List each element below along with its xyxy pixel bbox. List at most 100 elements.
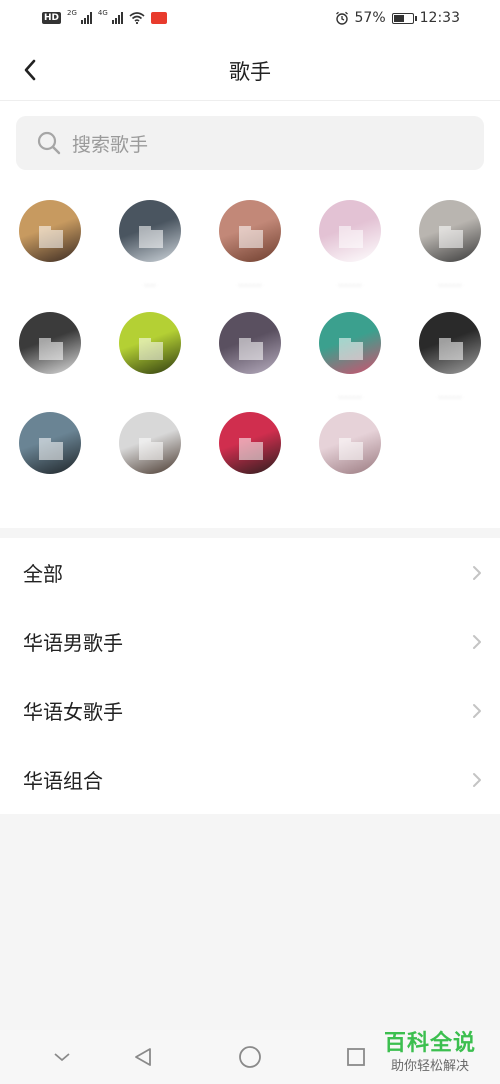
privacy-mosaic xyxy=(151,342,163,360)
artist-name xyxy=(14,386,86,402)
category-item-all[interactable]: 全部 xyxy=(0,538,500,607)
artist-name xyxy=(14,486,86,502)
sim2-network-label: 4G xyxy=(97,9,108,17)
nav-back-button[interactable] xyxy=(130,1044,156,1070)
privacy-mosaic xyxy=(439,226,451,248)
watermark: 百科全说 助你轻松解决 xyxy=(370,1025,490,1074)
artist-avatar xyxy=(19,200,81,262)
alarm-icon xyxy=(335,11,348,25)
artist-name xyxy=(214,386,286,402)
privacy-mosaic xyxy=(239,338,251,360)
artist-name xyxy=(114,486,186,502)
artist-avatar xyxy=(319,200,381,262)
signal-icon xyxy=(80,12,92,24)
privacy-mosaic xyxy=(139,338,151,360)
privacy-mosaic xyxy=(339,226,351,248)
battery-fill xyxy=(393,14,404,22)
artist-name: …… xyxy=(338,275,362,289)
app-header: 歌手 xyxy=(0,40,500,101)
battery-icon xyxy=(391,12,417,24)
privacy-mosaic xyxy=(39,438,51,460)
artist-avatar xyxy=(419,312,481,374)
category-list: 全部 华语男歌手 华语女歌手 华语组合 xyxy=(0,538,500,814)
artist-item[interactable]: … xyxy=(114,200,186,300)
privacy-mosaic xyxy=(151,230,163,248)
privacy-mosaic xyxy=(251,342,263,360)
artist-item[interactable]: …… xyxy=(414,200,486,300)
artist-avatar xyxy=(19,412,81,474)
wifi-icon xyxy=(129,12,145,24)
artist-name: …… xyxy=(438,387,462,401)
page-title: 歌手 xyxy=(229,60,271,84)
privacy-mosaic xyxy=(139,438,151,460)
privacy-mosaic xyxy=(439,338,451,360)
privacy-mosaic xyxy=(151,442,163,460)
privacy-mosaic xyxy=(39,338,51,360)
status-bar: HD 2G 4G 57% 12:33 xyxy=(0,0,500,40)
watermark-subtitle: 助你轻松解决 xyxy=(390,1059,469,1074)
artist-avatar xyxy=(319,412,381,474)
search-icon xyxy=(37,131,61,155)
category-label: 华语组合 xyxy=(23,769,103,793)
category-item-chinese-male[interactable]: 华语男歌手 xyxy=(0,607,500,676)
artist-item[interactable] xyxy=(14,200,86,300)
artist-avatar xyxy=(219,312,281,374)
privacy-mosaic xyxy=(339,338,351,360)
artist-item[interactable] xyxy=(314,412,386,512)
artist-avatar xyxy=(219,200,281,262)
artist-item[interactable]: …… xyxy=(314,312,386,412)
artist-avatar xyxy=(119,412,181,474)
artist-item[interactable]: …… xyxy=(314,200,386,300)
privacy-mosaic xyxy=(51,230,63,248)
privacy-mosaic xyxy=(51,342,63,360)
artist-name xyxy=(314,486,386,502)
empty-area xyxy=(0,814,500,1030)
artist-name xyxy=(14,274,86,290)
privacy-mosaic xyxy=(139,226,151,248)
app-notification-icon xyxy=(150,12,167,24)
artist-item[interactable] xyxy=(14,312,86,412)
artist-avatar xyxy=(319,312,381,374)
artist-avatar xyxy=(419,200,481,262)
circle-home-icon xyxy=(239,1046,261,1068)
privacy-mosaic xyxy=(51,442,63,460)
artist-item[interactable] xyxy=(214,412,286,512)
signal-icon xyxy=(111,12,123,24)
category-item-chinese-female[interactable]: 华语女歌手 xyxy=(0,676,500,745)
privacy-mosaic xyxy=(451,342,463,360)
sim1-network-label: 2G xyxy=(67,9,77,17)
privacy-mosaic xyxy=(351,342,363,360)
category-label: 华语女歌手 xyxy=(23,700,123,724)
artist-item[interactable] xyxy=(114,312,186,412)
category-label: 全部 xyxy=(23,562,63,586)
privacy-mosaic xyxy=(351,442,363,460)
battery-percent: 57% xyxy=(354,10,386,26)
search-bar[interactable]: 搜索歌手 xyxy=(16,116,484,170)
artist-avatar xyxy=(119,312,181,374)
chevron-right-icon xyxy=(473,565,481,580)
artist-avatar xyxy=(219,412,281,474)
nav-recents-button[interactable] xyxy=(343,1044,369,1070)
nav-home-button[interactable] xyxy=(237,1044,263,1070)
artist-name: … xyxy=(144,275,156,289)
artist-item[interactable]: …… xyxy=(414,312,486,412)
artist-name: …… xyxy=(338,387,362,401)
artist-item[interactable] xyxy=(114,412,186,512)
artist-item[interactable]: …… xyxy=(214,200,286,300)
section-divider xyxy=(0,528,500,538)
artist-name xyxy=(214,486,286,502)
hd-indicator: HD xyxy=(42,12,62,24)
artist-avatar xyxy=(19,312,81,374)
artist-item[interactable] xyxy=(14,412,86,512)
privacy-mosaic xyxy=(251,230,263,248)
category-item-chinese-group[interactable]: 华语组合 xyxy=(0,745,500,814)
clock: 12:33 xyxy=(419,10,460,26)
nav-hide-button[interactable] xyxy=(49,1044,75,1070)
artist-grid: …………………………… xyxy=(0,200,500,520)
privacy-mosaic xyxy=(239,438,251,460)
artist-item[interactable] xyxy=(214,312,286,412)
triangle-back-icon xyxy=(135,1048,151,1066)
privacy-mosaic xyxy=(451,230,463,248)
chevron-down-icon xyxy=(54,1053,70,1062)
artist-name: …… xyxy=(438,275,462,289)
